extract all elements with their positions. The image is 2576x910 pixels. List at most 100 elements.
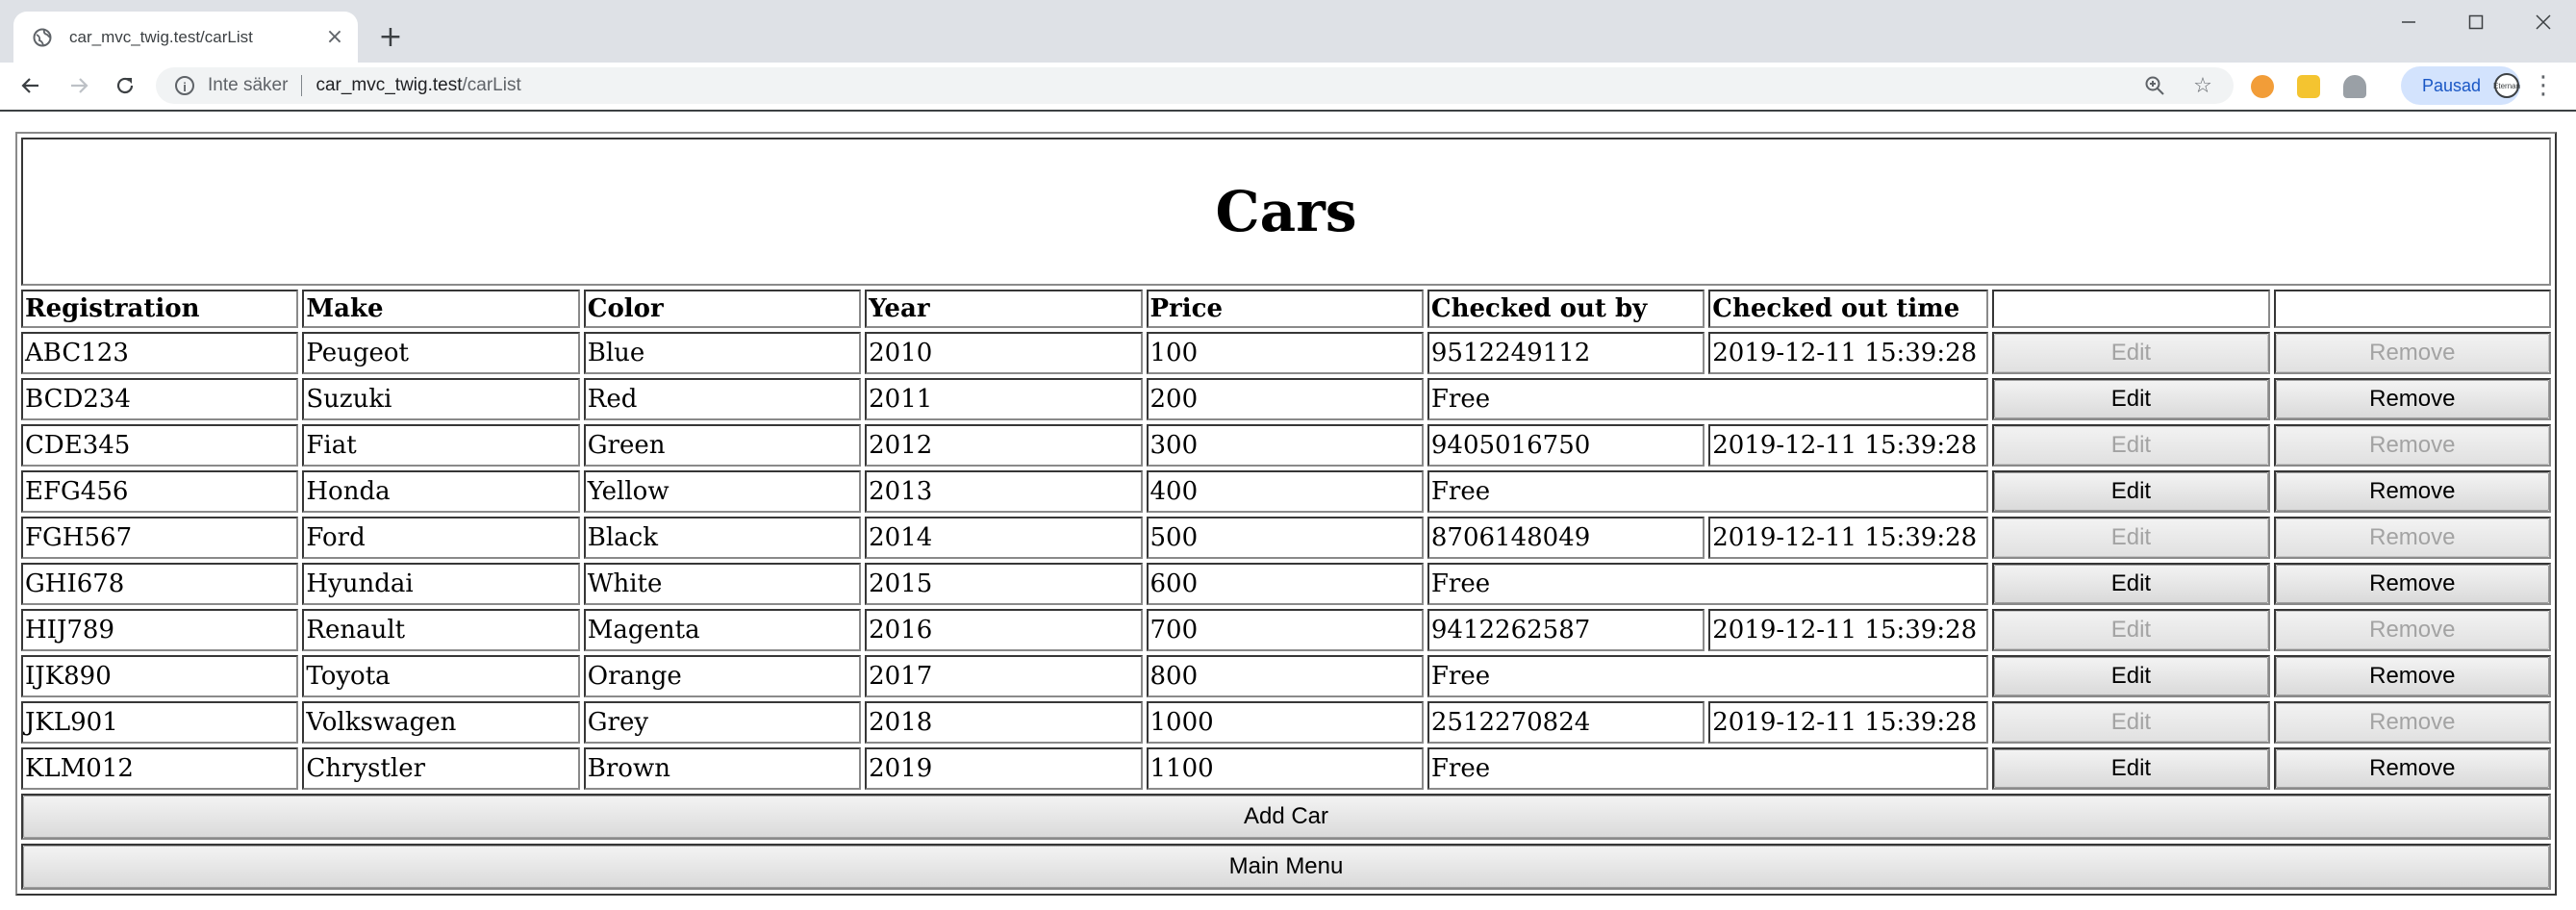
cell-year: 2013 bbox=[865, 470, 1143, 513]
cell-price: 200 bbox=[1146, 378, 1424, 420]
table-row: KLM012 Chrystler Brown 2019 1100 Free Edit Remo… bbox=[21, 747, 2551, 790]
cell-make: Suzuki bbox=[302, 378, 580, 420]
remove-button: Remove bbox=[2275, 518, 2549, 557]
browser-tab[interactable]: car_mvc_twig.test/carList × bbox=[13, 12, 358, 63]
cell-make: Renault bbox=[302, 609, 580, 651]
cell-remove: Remove bbox=[2273, 517, 2551, 559]
cell-price: 1000 bbox=[1146, 701, 1424, 744]
cell-color: Brown bbox=[583, 747, 862, 790]
cell-year: 2016 bbox=[865, 609, 1143, 651]
edit-button: Edit bbox=[1994, 426, 2268, 465]
cell-price: 500 bbox=[1146, 517, 1424, 559]
edit-button[interactable]: Edit bbox=[1994, 565, 2268, 603]
reload-icon[interactable] bbox=[108, 68, 142, 103]
cell-price: 300 bbox=[1146, 424, 1424, 467]
cell-color: Magenta bbox=[583, 609, 862, 651]
cell-registration: HIJ789 bbox=[21, 609, 299, 651]
cell-year: 2012 bbox=[865, 424, 1143, 467]
cell-color: Red bbox=[583, 378, 862, 420]
remove-button[interactable]: Remove bbox=[2275, 749, 2549, 788]
cell-remove: Remove bbox=[2273, 747, 2551, 790]
column-header-make: Make bbox=[302, 290, 580, 328]
cell-make: Ford bbox=[302, 517, 580, 559]
minimize-icon[interactable] bbox=[2374, 0, 2443, 44]
close-icon[interactable]: × bbox=[321, 24, 348, 51]
add-car-button[interactable]: Add Car bbox=[23, 796, 2549, 838]
extension-icon[interactable] bbox=[2297, 75, 2320, 98]
extension-icon[interactable] bbox=[2343, 75, 2366, 98]
cell-edit: Edit bbox=[1992, 563, 2270, 605]
profile-label: Pausad bbox=[2422, 75, 2482, 95]
cell-remove: Remove bbox=[2273, 470, 2551, 513]
cell-status: Free bbox=[1427, 747, 1989, 790]
cell-edit: Edit bbox=[1992, 378, 2270, 420]
cell-make: Toyota bbox=[302, 655, 580, 697]
extension-icon[interactable] bbox=[2251, 75, 2274, 98]
table-row: HIJ789 Renault Magenta 2016 700 9412262587 201… bbox=[21, 609, 2551, 651]
plus-icon[interactable]: + bbox=[375, 20, 406, 54]
cell-color: Grey bbox=[583, 701, 862, 744]
zoom-icon[interactable] bbox=[2137, 67, 2172, 104]
cell-registration: GHI678 bbox=[21, 563, 299, 605]
cell-make: Honda bbox=[302, 470, 580, 513]
page-viewport: Cars Registration Make Color Year Price … bbox=[0, 110, 2576, 910]
menu-icon[interactable]: ⋮ bbox=[2530, 72, 2557, 99]
column-header-price: Price bbox=[1146, 290, 1424, 328]
header-row: Registration Make Color Year Price Check… bbox=[21, 290, 2551, 328]
window-close-icon[interactable] bbox=[2509, 0, 2576, 44]
add-car-row: Add Car bbox=[21, 794, 2551, 840]
cell-year: 2019 bbox=[865, 747, 1143, 790]
table-row: EFG456 Honda Yellow 2013 400 Free Edit Remove bbox=[21, 470, 2551, 513]
edit-button: Edit bbox=[1994, 518, 2268, 557]
cell-color: Orange bbox=[583, 655, 862, 697]
cell-status: Free bbox=[1427, 655, 1989, 697]
cell-price: 800 bbox=[1146, 655, 1424, 697]
table-row: BCD234 Suzuki Red 2011 200 Free Edit Remove bbox=[21, 378, 2551, 420]
remove-button: Remove bbox=[2275, 426, 2549, 465]
remove-button[interactable]: Remove bbox=[2275, 565, 2549, 603]
table-row: IJK890 Toyota Orange 2017 800 Free Edit Remove bbox=[21, 655, 2551, 697]
star-icon[interactable]: ☆ bbox=[2185, 67, 2220, 104]
cell-make: Chrystler bbox=[302, 747, 580, 790]
cell-make: Volkswagen bbox=[302, 701, 580, 744]
column-header-color: Color bbox=[583, 290, 862, 328]
remove-button[interactable]: Remove bbox=[2275, 380, 2549, 418]
remove-button: Remove bbox=[2275, 611, 2549, 649]
table-row: ABC123 Peugeot Blue 2010 100 9512249112 2019-1… bbox=[21, 332, 2551, 374]
remove-button[interactable]: Remove bbox=[2275, 657, 2549, 695]
security-label: Inte säker bbox=[208, 75, 289, 95]
cell-price: 700 bbox=[1146, 609, 1424, 651]
maximize-icon[interactable] bbox=[2441, 0, 2511, 44]
cell-remove: Remove bbox=[2273, 378, 2551, 420]
cell-price: 100 bbox=[1146, 332, 1424, 374]
url-host: car_mvc_twig.test bbox=[316, 75, 463, 95]
cell-checked-out-time: 2019-12-11 15:39:28 bbox=[1708, 517, 1989, 559]
edit-button: Edit bbox=[1994, 611, 2268, 649]
back-icon[interactable] bbox=[13, 68, 48, 103]
main-menu-button[interactable]: Main Menu bbox=[23, 846, 2549, 888]
cell-edit: Edit bbox=[1992, 747, 2270, 790]
edit-button: Edit bbox=[1994, 703, 2268, 742]
remove-button[interactable]: Remove bbox=[2275, 472, 2549, 511]
cell-checked-out-time: 2019-12-11 15:39:28 bbox=[1708, 424, 1989, 467]
cell-edit: Edit bbox=[1992, 424, 2270, 467]
cell-year: 2018 bbox=[865, 701, 1143, 744]
edit-button[interactable]: Edit bbox=[1994, 380, 2268, 418]
column-header-registration: Registration bbox=[21, 290, 299, 328]
column-header-checked-out-by: Checked out by bbox=[1427, 290, 1705, 328]
edit-button[interactable]: Edit bbox=[1994, 749, 2268, 788]
cell-checked-out-by: 8706148049 bbox=[1427, 517, 1705, 559]
address-bar[interactable]: i Inte säker car_mvc_twig.test/carList ☆ bbox=[156, 67, 2234, 104]
cell-remove: Remove bbox=[2273, 609, 2551, 651]
edit-button[interactable]: Edit bbox=[1994, 657, 2268, 695]
cell-checked-out-time: 2019-12-11 15:39:28 bbox=[1708, 609, 1989, 651]
main-menu-cell: Main Menu bbox=[21, 844, 2551, 890]
cell-registration: KLM012 bbox=[21, 747, 299, 790]
cell-checked-out-by: 9405016750 bbox=[1427, 424, 1705, 467]
info-icon[interactable]: i bbox=[175, 76, 194, 95]
cell-price: 400 bbox=[1146, 470, 1424, 513]
cell-status: Free bbox=[1427, 378, 1989, 420]
profile-button[interactable]: Pausad Eternan bbox=[2401, 66, 2520, 105]
globe-icon bbox=[31, 26, 54, 49]
edit-button[interactable]: Edit bbox=[1994, 472, 2268, 511]
